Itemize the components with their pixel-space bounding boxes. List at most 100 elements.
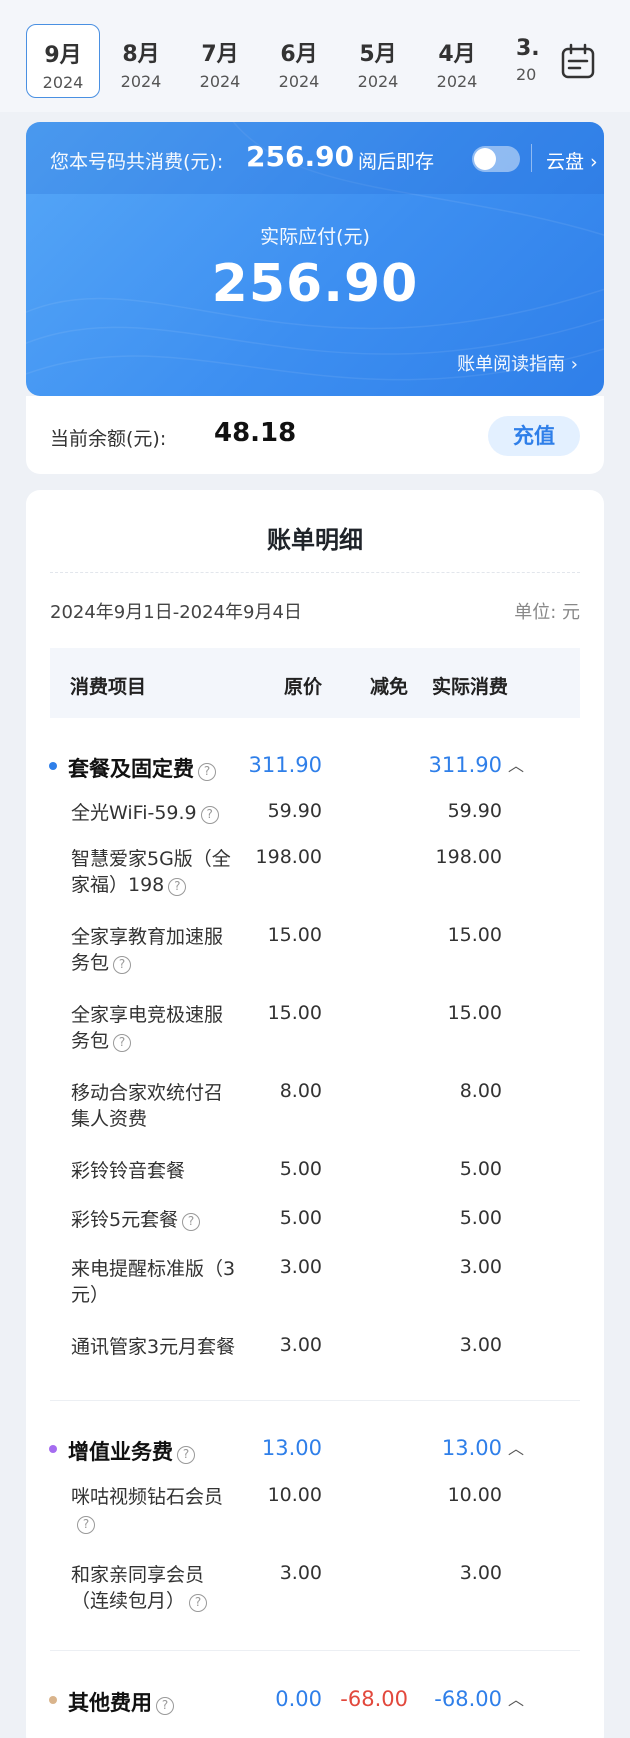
section-divider <box>50 1400 580 1401</box>
section-label: 其他费用 <box>68 1691 152 1715</box>
package-original: 311.90 <box>248 753 322 777</box>
section-dot <box>49 762 57 770</box>
header-original: 原价 <box>284 676 323 698</box>
vas-actual: 13.00 <box>441 1436 502 1460</box>
item-name: 移动合家欢统付召 <box>71 1082 224 1104</box>
year-label: 2024 <box>357 72 399 91</box>
item-name: 全家享电竞极速服 <box>71 1004 224 1026</box>
section-dot <box>49 1445 57 1453</box>
unit-label: 单位: 元 <box>514 602 580 623</box>
item-name: 和家亲同享会员 <box>71 1564 205 1586</box>
item-actual: 15.00 <box>447 924 502 946</box>
month-tab-may[interactable]: 5月 2024 <box>341 24 415 98</box>
year-label: 2024 <box>278 72 320 91</box>
item-name: 通讯管家3元月套餐 <box>71 1336 236 1358</box>
help-icon[interactable]: ? <box>177 1446 195 1464</box>
dashed-divider <box>50 572 580 573</box>
header-item: 消费项目 <box>70 676 147 698</box>
item-actual: 10.00 <box>447 1484 502 1506</box>
package-actual: 311.90 <box>428 753 502 777</box>
total-spend-label: 您本号码共消费(元): <box>50 151 224 173</box>
item-name-cont: 元） <box>71 1284 110 1306</box>
year-label: 2024 <box>436 72 478 91</box>
cloud-disk-link[interactable]: 云盘 › <box>546 147 598 174</box>
item-original: 3.00 <box>279 1562 322 1584</box>
month-label: 5月 <box>359 42 397 67</box>
section-divider <box>50 1650 580 1651</box>
item-name: 来电提醒标准版（3 <box>71 1258 236 1280</box>
balance-value: 48.18 <box>214 418 297 448</box>
item-name-cont: 家福）198 <box>71 874 165 896</box>
item-name-cont: （连续包月） <box>71 1590 186 1612</box>
year-label: 2024 <box>120 72 162 91</box>
month-tab-aug[interactable]: 8月 2024 <box>104 24 178 98</box>
item-actual: 198.00 <box>435 846 502 868</box>
month-label: 8月 <box>122 42 160 67</box>
month-label: 7月 <box>201 42 239 67</box>
divider <box>531 144 532 172</box>
table-header: 消费项目 原价 减免 实际消费 <box>50 648 580 718</box>
month-label: 6月 <box>280 42 318 67</box>
bill-detail-card: 账单明细 2024年9月1日-2024年9月4日 单位: 元 消费项目 原价 减… <box>26 490 604 1738</box>
month-tab-sep[interactable]: 9月 2024 <box>26 24 100 98</box>
item-original: 198.00 <box>255 846 322 868</box>
chevron-up-icon[interactable]: ︿ <box>508 1435 524 1459</box>
section-label: 增值业务费 <box>68 1440 173 1464</box>
item-original: 15.00 <box>267 924 322 946</box>
item-name: 全光WiFi-59.9 <box>71 802 197 824</box>
balance-row: 当前余额(元): 48.18 充值 <box>26 396 604 474</box>
bill-summary-card: 您本号码共消费(元): 256.90 阅后即存 云盘 › 实际应付(元) 256… <box>26 122 604 396</box>
item-original: 59.90 <box>267 800 322 822</box>
month-label: 9月 <box>44 43 82 68</box>
other-actual: -68.00 <box>434 1687 502 1711</box>
read-save-toggle[interactable] <box>472 146 520 172</box>
help-icon[interactable]: ? <box>113 956 132 974</box>
month-tab-jul[interactable]: 7月 2024 <box>183 24 257 98</box>
item-original: 10.00 <box>267 1484 322 1506</box>
item-actual: 5.00 <box>459 1207 502 1229</box>
year-label: 20 <box>516 65 537 84</box>
item-original: 5.00 <box>279 1207 322 1229</box>
item-name-cont: 务包 <box>71 952 110 974</box>
bill-detail-title: 账单明细 <box>267 526 363 554</box>
chevron-up-icon[interactable]: ︿ <box>508 1686 524 1710</box>
header-actual: 实际消费 <box>432 676 509 698</box>
section-title-vas[interactable]: 增值业务费? <box>68 1436 195 1466</box>
item-actual: 59.90 <box>447 800 502 822</box>
section-title-other[interactable]: 其他费用? <box>68 1687 174 1717</box>
item-original: 5.00 <box>279 1158 322 1180</box>
month-label: 4月 <box>438 42 476 67</box>
recharge-button[interactable]: 充值 <box>488 416 580 456</box>
item-actual: 8.00 <box>459 1080 502 1102</box>
item-actual: 3.00 <box>459 1256 502 1278</box>
month-tab-apr[interactable]: 4月 2024 <box>420 24 494 98</box>
month-selector: 9月 2024 8月 2024 7月 2024 6月 2024 5月 2024 … <box>0 0 630 112</box>
item-actual: 3.00 <box>459 1334 502 1356</box>
total-spend-value: 256.90 <box>246 140 355 173</box>
calendar-icon[interactable] <box>556 40 600 84</box>
help-icon[interactable]: ? <box>77 1516 95 1534</box>
help-icon[interactable]: ? <box>113 1034 132 1052</box>
vas-original: 13.00 <box>261 1436 322 1460</box>
month-tab-jun[interactable]: 6月 2024 <box>262 24 336 98</box>
help-icon[interactable]: ? <box>156 1697 174 1715</box>
item-name: 智慧爱家5G版（全 <box>71 848 231 870</box>
item-original: 3.00 <box>279 1256 322 1278</box>
chevron-up-icon[interactable]: ︿ <box>508 752 524 776</box>
bill-period: 2024年9月1日-2024年9月4日 <box>50 602 302 623</box>
item-original: 8.00 <box>279 1080 322 1102</box>
balance-label: 当前余额(元): <box>50 428 167 450</box>
help-icon[interactable]: ? <box>189 1594 208 1612</box>
bill-guide-link[interactable]: 账单阅读指南 › <box>457 350 578 376</box>
month-tab-mar[interactable]: 3. 20 <box>500 24 540 98</box>
year-label: 2024 <box>199 72 241 91</box>
item-name: 咪咕视频钻石会员 <box>71 1486 224 1508</box>
help-icon[interactable]: ? <box>182 1213 201 1231</box>
section-title-package[interactable]: 套餐及固定费? <box>68 753 216 783</box>
header-discount: 减免 <box>370 676 409 698</box>
item-name-cont: 集人资费 <box>71 1108 148 1130</box>
year-label: 2024 <box>42 73 84 92</box>
item-original: 3.00 <box>279 1334 322 1356</box>
toggle-knob <box>474 148 496 170</box>
help-icon[interactable]: ? <box>168 878 187 896</box>
